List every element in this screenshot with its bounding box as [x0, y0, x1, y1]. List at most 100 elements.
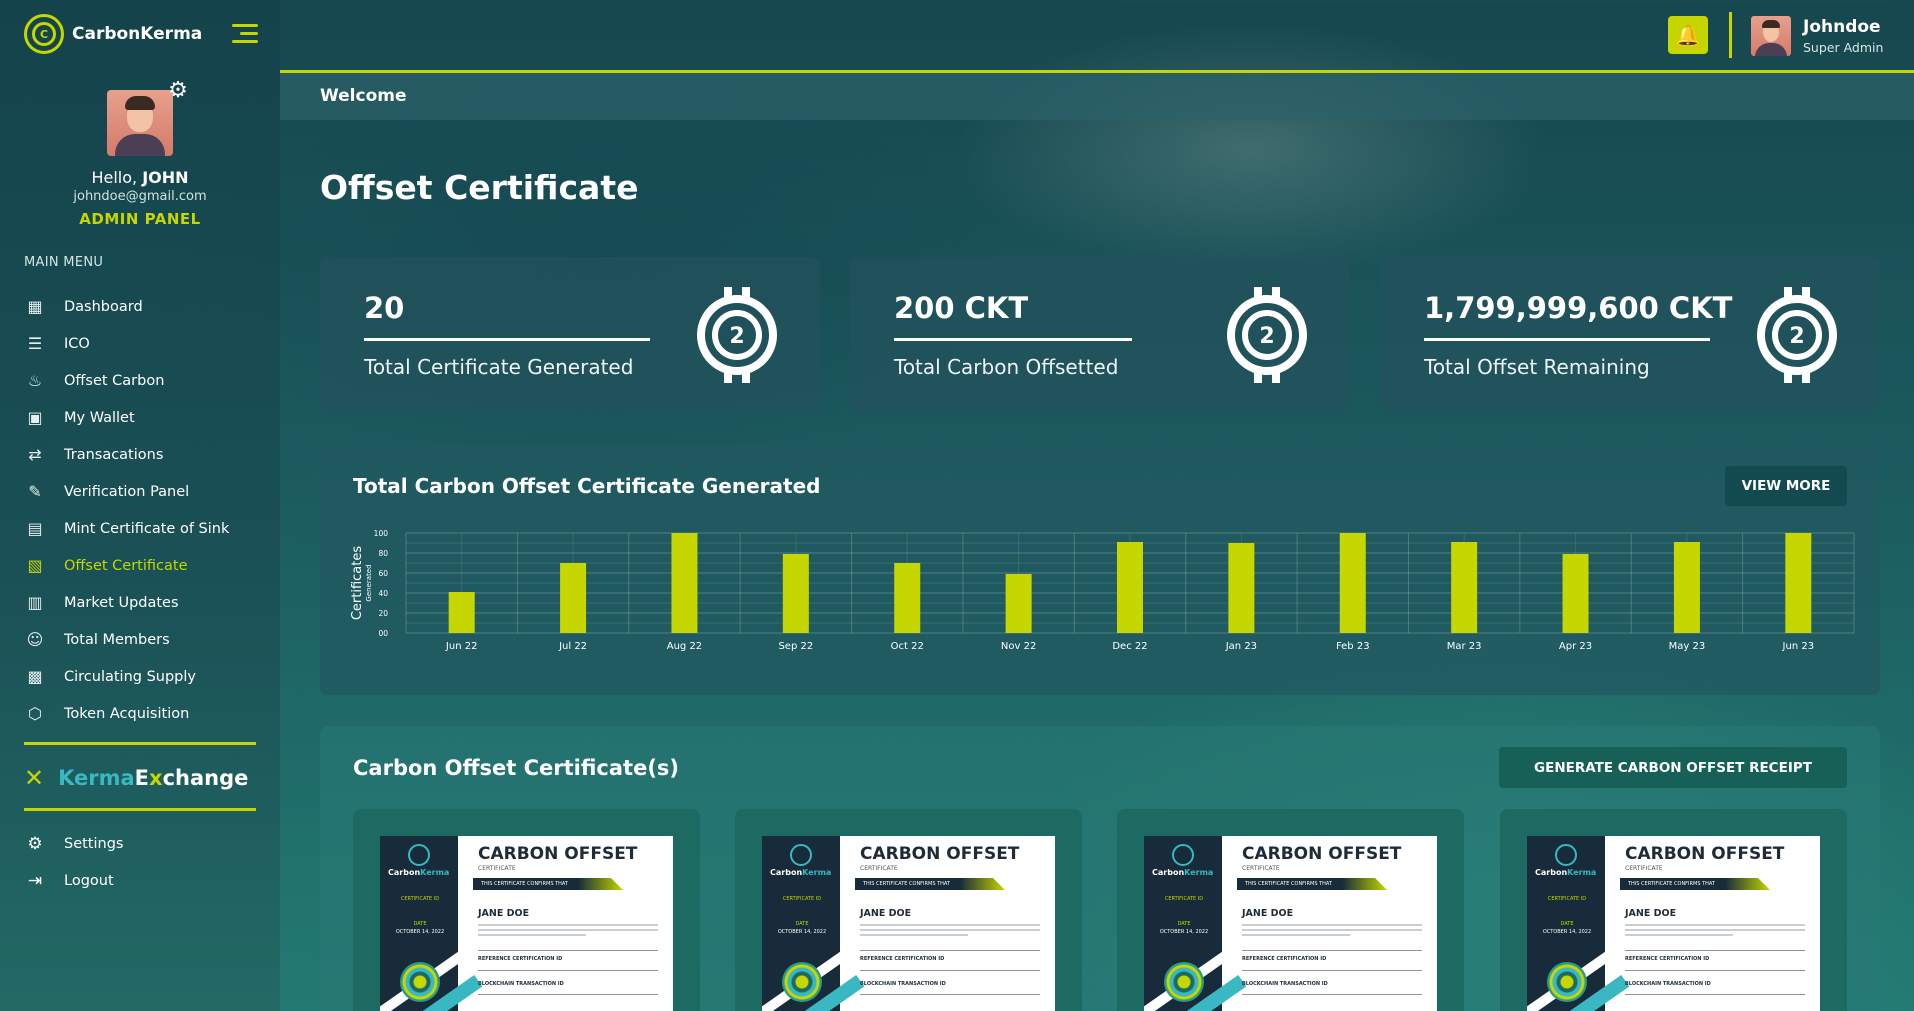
carbonkerma-logo-icon [1555, 844, 1577, 866]
certificate-preview: CarbonKerma CERTIFICATE ID DATE OCTOBER … [762, 836, 1055, 1011]
x-tick-label: Jul 22 [558, 641, 587, 652]
menu-item-ico[interactable]: ☰ ICO [24, 325, 264, 362]
sidebar-divider [24, 808, 256, 811]
dashboard-icon: ▦ [27, 297, 43, 316]
y-tick-label: 60 [378, 569, 388, 578]
x-tick-label: Sep 22 [778, 641, 813, 652]
certificate-holder: JANE DOE [478, 908, 530, 919]
stat-card-carbon-offsetted: 200 CKT Total Carbon Offsetted 2 [850, 257, 1350, 413]
brand-logo-link[interactable]: C CarbonKerma [24, 14, 202, 54]
certificate-card[interactable]: CarbonKerma CERTIFICATE ID DATE OCTOBER … [1500, 809, 1847, 1011]
bar [1673, 542, 1700, 633]
y-tick-label: 00 [378, 629, 388, 638]
certificate-heading: CARBON OFFSET [860, 844, 1020, 864]
x-tick-label: Jun 23 [1782, 641, 1815, 652]
certificate-preview: CarbonKerma CERTIFICATE ID DATE OCTOBER … [1527, 836, 1820, 1011]
welcome-text: Welcome [320, 86, 407, 106]
seal-icon [1547, 962, 1587, 1002]
menu-item-verification-panel[interactable]: ✎ Verification Panel [24, 473, 264, 510]
menu-item-transactions[interactable]: ⇄ Transacations [24, 436, 264, 473]
menu-item-mint-certificate[interactable]: ▤ Mint Certificate of Sink [24, 510, 264, 547]
chart-panel: Total Carbon Offset Certificate Generate… [320, 445, 1880, 695]
token-icon: ⬡ [28, 704, 42, 723]
main-menu-title: MAIN MENU [24, 255, 104, 270]
kerma-coin-icon: 2 [697, 287, 777, 383]
user-role: Super Admin [1803, 40, 1884, 55]
menu-item-logout[interactable]: ⇥ Logout [24, 862, 123, 899]
user-avatar[interactable] [1751, 16, 1791, 56]
stat-underline [364, 338, 650, 341]
stat-label: Total Carbon Offsetted [894, 355, 1119, 379]
profile-card: ⚙ Hello, JOHN johndoe@gmail.com ADMIN PA… [0, 80, 280, 229]
avatar: ⚙ [107, 80, 188, 156]
certificate-holder: JANE DOE [1625, 908, 1677, 919]
carbonkerma-logo-icon: C [24, 14, 64, 54]
topbar-separator [1729, 12, 1732, 58]
svg-text:2: 2 [1789, 324, 1804, 349]
mint-icon: ▤ [27, 519, 43, 538]
main-menu: ▦ Dashboard ☰ ICO ♨ Offset Carbon ▣ My Walle… [24, 288, 264, 732]
kerma-coin-icon: 2 [1757, 287, 1837, 383]
menu-item-my-wallet[interactable]: ▣ My Wallet [24, 399, 264, 436]
profile-settings-gear-icon[interactable]: ⚙ [167, 80, 189, 102]
carbonkerma-logo-icon [1172, 844, 1194, 866]
sidebar: C CarbonKerma ⚙ Hello, JOHN johndoe@gmai… [0, 0, 280, 1011]
y-axis-sublabel: Generated [365, 564, 373, 601]
chart-title: Total Carbon Offset Certificate Generate… [353, 474, 821, 498]
certificate-card[interactable]: CarbonKerma CERTIFICATE ID DATE OCTOBER … [1117, 809, 1464, 1011]
bar [1562, 554, 1589, 633]
y-axis-label: Certificates [350, 546, 365, 621]
user-name: Johndoe [1803, 17, 1881, 37]
menu-item-total-members[interactable]: ☺ Total Members [24, 621, 264, 658]
bar [1339, 533, 1366, 633]
admin-panel-label: ADMIN PANEL [79, 210, 201, 228]
menu-item-dashboard[interactable]: ▦ Dashboard [24, 288, 264, 325]
stat-value: 200 CKT [894, 291, 1029, 325]
certificate-heading: CARBON OFFSET [1242, 844, 1402, 864]
y-tick-label: 20 [378, 609, 388, 618]
svg-text:2: 2 [729, 324, 744, 349]
certificate-card[interactable]: CarbonKerma CERTIFICATE ID DATE OCTOBER … [353, 809, 700, 1011]
bar [1005, 574, 1032, 633]
verification-icon: ✎ [28, 482, 42, 501]
x-tick-label: Oct 22 [891, 641, 924, 652]
welcome-bar: Welcome [280, 73, 1914, 120]
stat-card-offset-remaining: 1,799,999,600 CKT Total Offset Remaining… [1380, 257, 1880, 413]
stat-card-certificates: 20 Total Certificate Generated 2 [320, 257, 820, 413]
bar [1451, 542, 1478, 633]
chart-icon: ▥ [27, 593, 43, 612]
x-tick-label: May 23 [1669, 641, 1706, 652]
view-more-button[interactable]: VIEW MORE [1725, 466, 1847, 506]
stat-label: Total Offset Remaining [1424, 355, 1650, 379]
supply-icon: ▩ [27, 667, 43, 686]
menu-item-offset-carbon[interactable]: ♨ Offset Carbon [24, 362, 264, 399]
y-tick-label: 100 [374, 529, 389, 538]
menu-item-circulating-supply[interactable]: ▩ Circulating Supply [24, 658, 264, 695]
x-tick-label: Jun 22 [445, 641, 478, 652]
gear-icon: ⚙ [27, 833, 43, 854]
stat-label: Total Certificate Generated [364, 355, 634, 379]
kerma-exchange-link[interactable]: ✕ Kerma Ex change [24, 764, 248, 792]
menu-item-token-acquisition[interactable]: ⬡ Token Acquisition [24, 695, 264, 732]
kerma-exchange-x-icon: ✕ [24, 764, 45, 792]
notification-bell-icon[interactable]: 🔔 [1668, 16, 1708, 54]
certificate-heading: CARBON OFFSET [1625, 844, 1785, 864]
x-tick-label: Dec 22 [1112, 641, 1147, 652]
stat-underline [894, 338, 1132, 341]
seal-icon [782, 962, 822, 1002]
brand-name: CarbonKerma [72, 24, 203, 44]
certificate-preview: CarbonKerma CERTIFICATE ID DATE OCTOBER … [1144, 836, 1437, 1011]
menu-item-settings[interactable]: ⚙ Settings [24, 825, 123, 862]
generate-receipt-button[interactable]: GENERATE CARBON OFFSET RECEIPT [1499, 747, 1847, 788]
svg-text:2: 2 [1259, 324, 1274, 349]
stat-value: 20 [364, 291, 405, 325]
flame-icon: ♨ [27, 371, 43, 390]
greeting: Hello, JOHN [91, 168, 189, 187]
transactions-icon: ⇄ [28, 445, 42, 464]
menu-item-offset-certificate[interactable]: ▧ Offset Certificate [24, 547, 264, 584]
x-tick-label: Jan 23 [1225, 641, 1257, 652]
hamburger-menu-icon[interactable] [232, 24, 258, 44]
menu-item-market-updates[interactable]: ▥ Market Updates [24, 584, 264, 621]
certificate-card[interactable]: CarbonKerma CERTIFICATE ID DATE OCTOBER … [735, 809, 1082, 1011]
kerma-coin-icon: 2 [1227, 287, 1307, 383]
